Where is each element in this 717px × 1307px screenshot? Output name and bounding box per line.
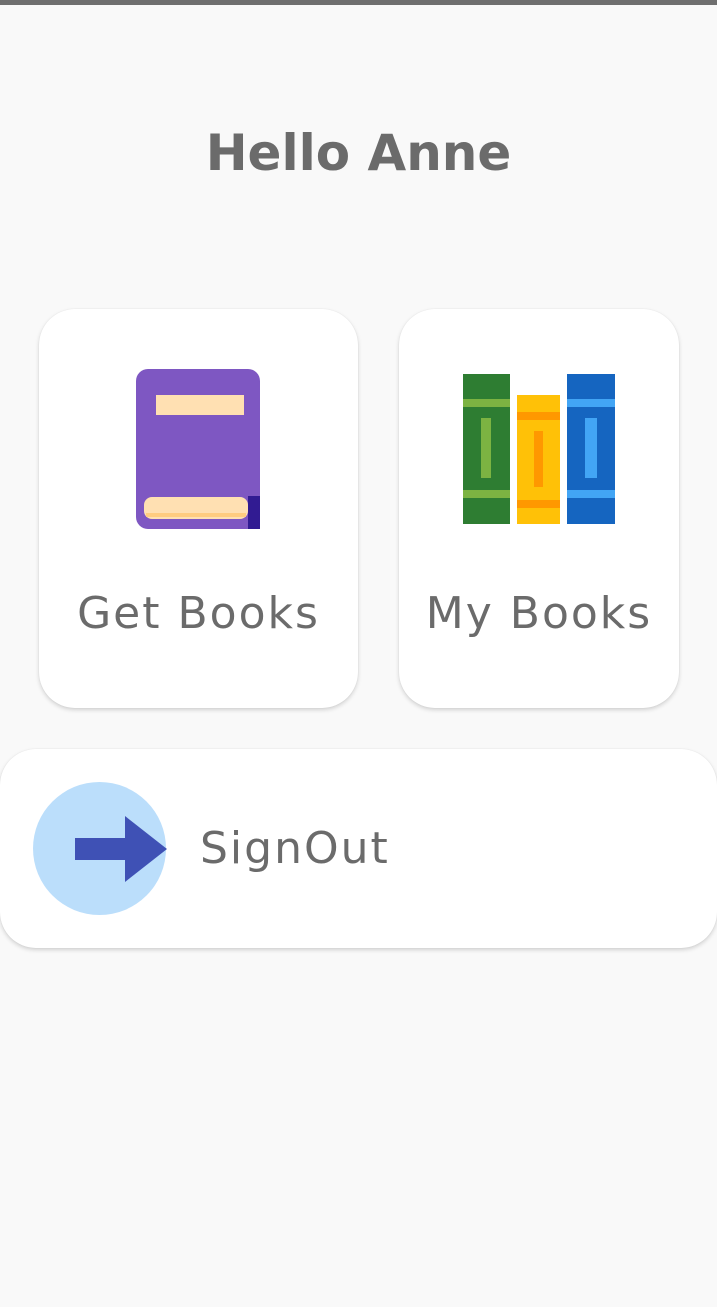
get-books-card[interactable]: Get Books — [39, 309, 358, 708]
signout-label: SignOut — [200, 823, 390, 874]
top-status-bar — [0, 0, 717, 5]
books-shelf-icon — [463, 369, 615, 529]
arrow-right-icon — [75, 816, 167, 882]
my-books-label: My Books — [425, 588, 653, 639]
get-books-label: Get Books — [77, 588, 320, 639]
my-books-card[interactable]: My Books — [399, 309, 679, 708]
greeting-title: Hello Anne — [205, 124, 512, 182]
signout-button[interactable]: SignOut — [0, 749, 717, 948]
signout-avatar — [33, 782, 167, 915]
book-icon — [136, 369, 262, 529]
